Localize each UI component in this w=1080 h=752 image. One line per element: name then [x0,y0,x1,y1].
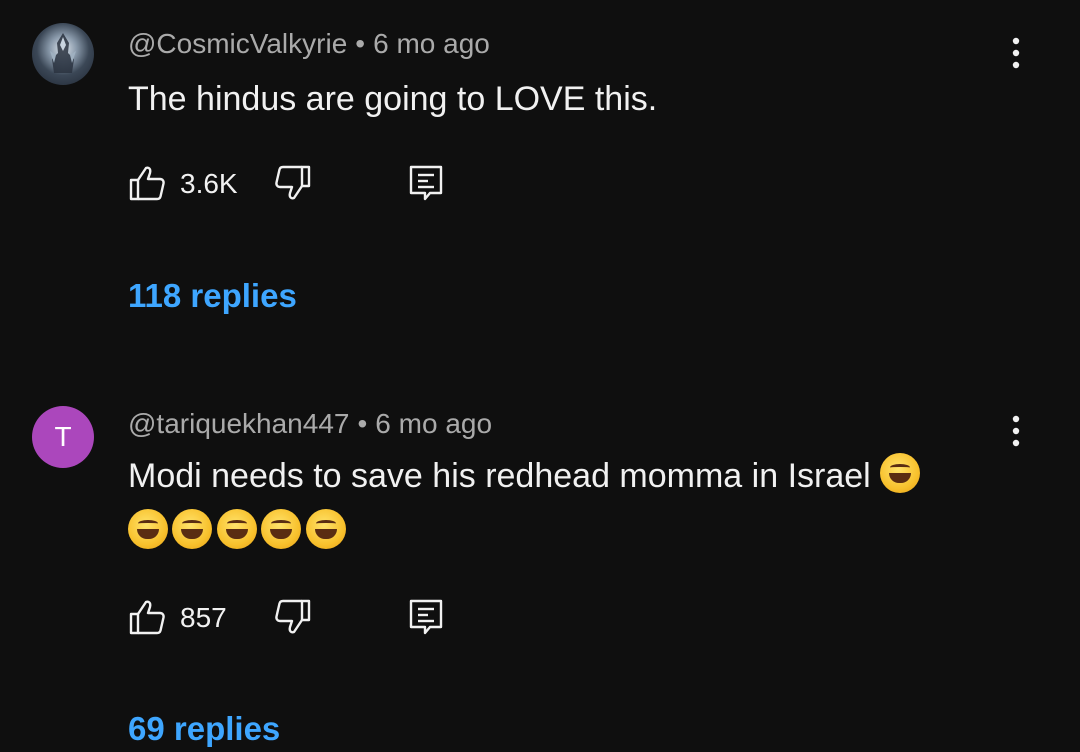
sweat-smile-emoji [216,509,257,549]
thumbs-up-icon[interactable] [128,164,166,202]
sweat-smile-emoji [128,509,168,549]
avatar[interactable] [32,23,94,85]
replies-link[interactable]: 69 replies [128,710,280,748]
comment-body: Modi needs to save his redhead momma in … [128,457,871,495]
comment-meta: @tariquekhan447 • 6 mo ago [128,408,492,440]
laughing-emoji [261,509,302,549]
laughing-emoji [172,509,213,549]
more-vertical-icon[interactable] [1004,34,1028,74]
comment-meta: @CosmicValkyrie • 6 mo ago [128,28,490,60]
thumbs-down-icon[interactable] [274,164,312,202]
more-vertical-icon[interactable] [1004,412,1028,452]
replies-link[interactable]: 118 replies [128,277,297,315]
like-count: 3.6K [180,168,238,199]
emoji-row [128,503,1008,561]
like-count: 857 [180,602,227,633]
avatar[interactable]: T [32,406,94,468]
author-handle[interactable]: @CosmicValkyrie [128,28,347,59]
timestamp: 6 mo ago [373,28,490,59]
separator: • [355,28,366,59]
comment-actions: 3.6K [128,162,528,202]
thumbs-down-icon[interactable] [274,598,312,636]
laughing-emoji [880,453,921,493]
timestamp: 6 mo ago [375,408,493,439]
separator: • [357,408,368,439]
reply-icon[interactable] [408,598,444,636]
knight-avatar-image [50,33,76,73]
comment-text: The hindus are going to LOVE this. [128,80,658,118]
sweat-smile-emoji [305,509,346,549]
author-handle[interactable]: @tariquekhan447 [128,408,349,439]
reply-icon[interactable] [408,164,444,202]
comment-text: Modi needs to save his redhead momma in … [128,447,1008,561]
comment-actions: 857 [128,596,528,636]
thumbs-up-icon[interactable] [128,598,166,636]
